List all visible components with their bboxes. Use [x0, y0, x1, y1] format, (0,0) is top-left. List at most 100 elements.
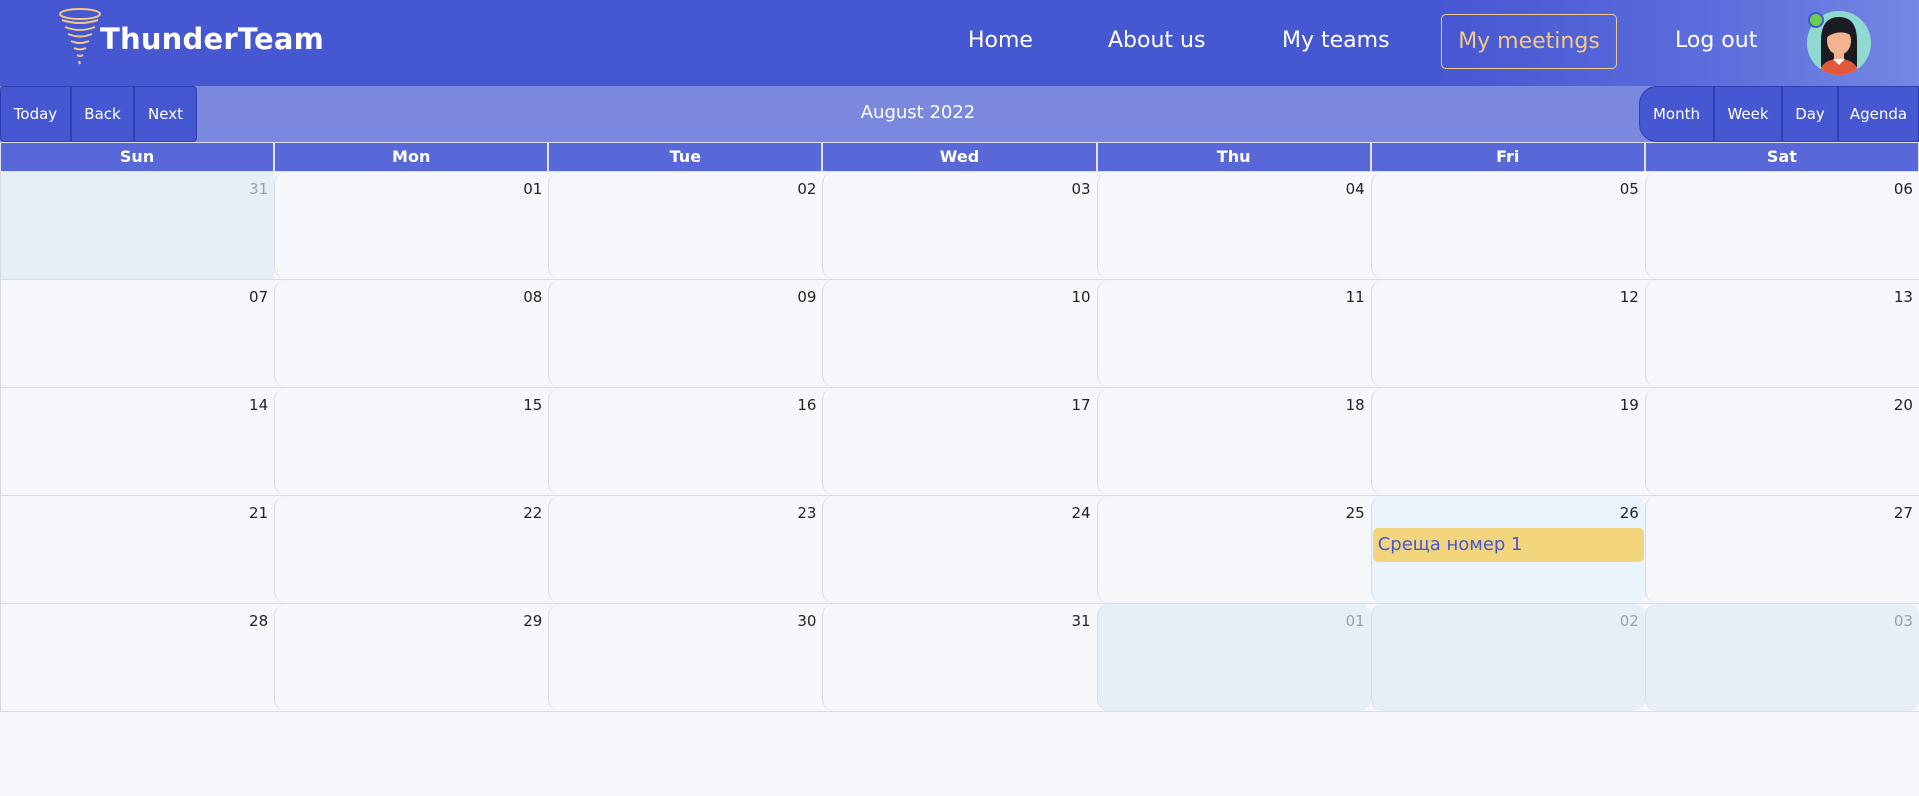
day-cell[interactable]: 21 — [0, 496, 275, 603]
nav-my-meetings[interactable]: My meetings — [1441, 14, 1617, 69]
day-cell[interactable]: 08 — [274, 280, 549, 387]
month-view-button[interactable]: Month — [1639, 86, 1714, 142]
day-cell[interactable]: 06 — [1644, 172, 1919, 279]
weekday-label: Sun — [0, 142, 275, 172]
week-row: 14 15 16 17 18 19 20 — [0, 388, 1919, 496]
day-cell[interactable]: 05 — [1370, 172, 1645, 279]
day-number[interactable]: 01 — [523, 180, 542, 198]
nav-about-us[interactable]: About us — [1108, 28, 1205, 53]
day-number[interactable]: 26 — [1620, 504, 1639, 522]
day-cell[interactable]: 13 — [1644, 280, 1919, 387]
back-button[interactable]: Back — [71, 86, 134, 142]
current-month-label: August 2022 — [860, 102, 976, 123]
day-number[interactable]: 23 — [797, 504, 816, 522]
day-number[interactable]: 21 — [249, 504, 268, 522]
day-cell[interactable]: 24 — [822, 496, 1097, 603]
day-number[interactable]: 07 — [249, 288, 268, 306]
weekday-label: Fri — [1370, 142, 1645, 172]
day-cell[interactable]: 29 — [274, 604, 549, 711]
day-number[interactable]: 11 — [1346, 288, 1365, 306]
day-number[interactable]: 31 — [1071, 612, 1090, 630]
day-cell[interactable]: 03 — [1644, 604, 1919, 711]
weekday-label: Mon — [274, 142, 549, 172]
day-number[interactable]: 06 — [1894, 180, 1913, 198]
day-cell[interactable]: 31 — [0, 172, 275, 279]
week-row: 31 01 02 03 04 05 06 — [0, 172, 1919, 280]
week-row: 21 22 23 24 25 26 Среща номер 1 27 — [0, 496, 1919, 604]
day-cell[interactable]: 09 — [548, 280, 823, 387]
day-cell[interactable]: 19 — [1370, 388, 1645, 495]
week-row: 28 29 30 31 01 02 03 — [0, 604, 1919, 712]
day-number[interactable]: 01 — [1346, 612, 1365, 630]
day-number[interactable]: 02 — [797, 180, 816, 198]
weekday-label: Sat — [1644, 142, 1919, 172]
day-cell[interactable]: 14 — [0, 388, 275, 495]
agenda-view-button[interactable]: Agenda — [1838, 86, 1919, 142]
day-number[interactable]: 25 — [1346, 504, 1365, 522]
nav-log-out[interactable]: Log out — [1675, 28, 1757, 53]
brand-name[interactable]: ThunderTeam — [100, 22, 324, 56]
top-navbar: ThunderTeam Home About us My teams My me… — [0, 0, 1919, 86]
day-cell[interactable]: 10 — [822, 280, 1097, 387]
day-number[interactable]: 03 — [1894, 612, 1913, 630]
day-cell[interactable]: 30 — [548, 604, 823, 711]
day-cell[interactable]: 07 — [0, 280, 275, 387]
day-cell[interactable]: 15 — [274, 388, 549, 495]
day-cell[interactable]: 16 — [548, 388, 823, 495]
day-cell[interactable]: 02 — [548, 172, 823, 279]
day-number[interactable]: 09 — [797, 288, 816, 306]
today-button[interactable]: Today — [0, 86, 71, 142]
day-cell[interactable]: 20 — [1644, 388, 1919, 495]
day-number[interactable]: 22 — [523, 504, 542, 522]
tornado-logo-icon — [59, 8, 101, 65]
day-number[interactable]: 29 — [523, 612, 542, 630]
day-cell[interactable]: 17 — [822, 388, 1097, 495]
weekday-label: Thu — [1096, 142, 1371, 172]
day-number[interactable]: 08 — [523, 288, 542, 306]
day-number[interactable]: 30 — [797, 612, 816, 630]
day-cell[interactable]: 23 — [548, 496, 823, 603]
day-cell[interactable]: 03 — [822, 172, 1097, 279]
day-number[interactable]: 14 — [249, 396, 268, 414]
day-cell[interactable]: 04 — [1096, 172, 1371, 279]
day-number[interactable]: 20 — [1894, 396, 1913, 414]
calendar-event[interactable]: Среща номер 1 — [1372, 528, 1644, 562]
day-number[interactable]: 12 — [1620, 288, 1639, 306]
nav-my-teams[interactable]: My teams — [1282, 28, 1390, 53]
day-number[interactable]: 02 — [1620, 612, 1639, 630]
day-number[interactable]: 17 — [1071, 396, 1090, 414]
day-number[interactable]: 31 — [249, 180, 268, 198]
day-number[interactable]: 05 — [1620, 180, 1639, 198]
day-view-button[interactable]: Day — [1782, 86, 1838, 142]
day-number[interactable]: 10 — [1071, 288, 1090, 306]
week-view-button[interactable]: Week — [1714, 86, 1782, 142]
day-number[interactable]: 04 — [1346, 180, 1365, 198]
day-cell[interactable]: 01 — [1096, 604, 1371, 711]
day-cell[interactable]: 25 — [1096, 496, 1371, 603]
day-number[interactable]: 19 — [1620, 396, 1639, 414]
day-cell[interactable]: 22 — [274, 496, 549, 603]
nav-home[interactable]: Home — [968, 28, 1033, 53]
day-number[interactable]: 24 — [1071, 504, 1090, 522]
day-number[interactable]: 16 — [797, 396, 816, 414]
day-number[interactable]: 15 — [523, 396, 542, 414]
month-grid: 31 01 02 03 04 05 06 07 08 09 10 11 12 1… — [0, 172, 1919, 712]
day-cell[interactable]: 28 — [0, 604, 275, 711]
weekday-label: Wed — [822, 142, 1097, 172]
next-button[interactable]: Next — [134, 86, 197, 142]
day-number[interactable]: 28 — [249, 612, 268, 630]
day-number[interactable]: 27 — [1894, 504, 1913, 522]
day-cell[interactable]: 11 — [1096, 280, 1371, 387]
day-cell[interactable]: 02 — [1370, 604, 1645, 711]
online-status-indicator — [1808, 12, 1824, 28]
day-cell[interactable]: 27 — [1644, 496, 1919, 603]
day-cell[interactable]: 31 — [822, 604, 1097, 711]
day-cell[interactable]: 01 — [274, 172, 549, 279]
day-cell[interactable]: 12 — [1370, 280, 1645, 387]
day-cell[interactable]: 18 — [1096, 388, 1371, 495]
view-button-group: Month Week Day Agenda — [1639, 86, 1919, 142]
day-number[interactable]: 13 — [1894, 288, 1913, 306]
day-number[interactable]: 03 — [1071, 180, 1090, 198]
day-number[interactable]: 18 — [1346, 396, 1365, 414]
day-cell-today[interactable]: 26 Среща номер 1 — [1370, 496, 1645, 603]
